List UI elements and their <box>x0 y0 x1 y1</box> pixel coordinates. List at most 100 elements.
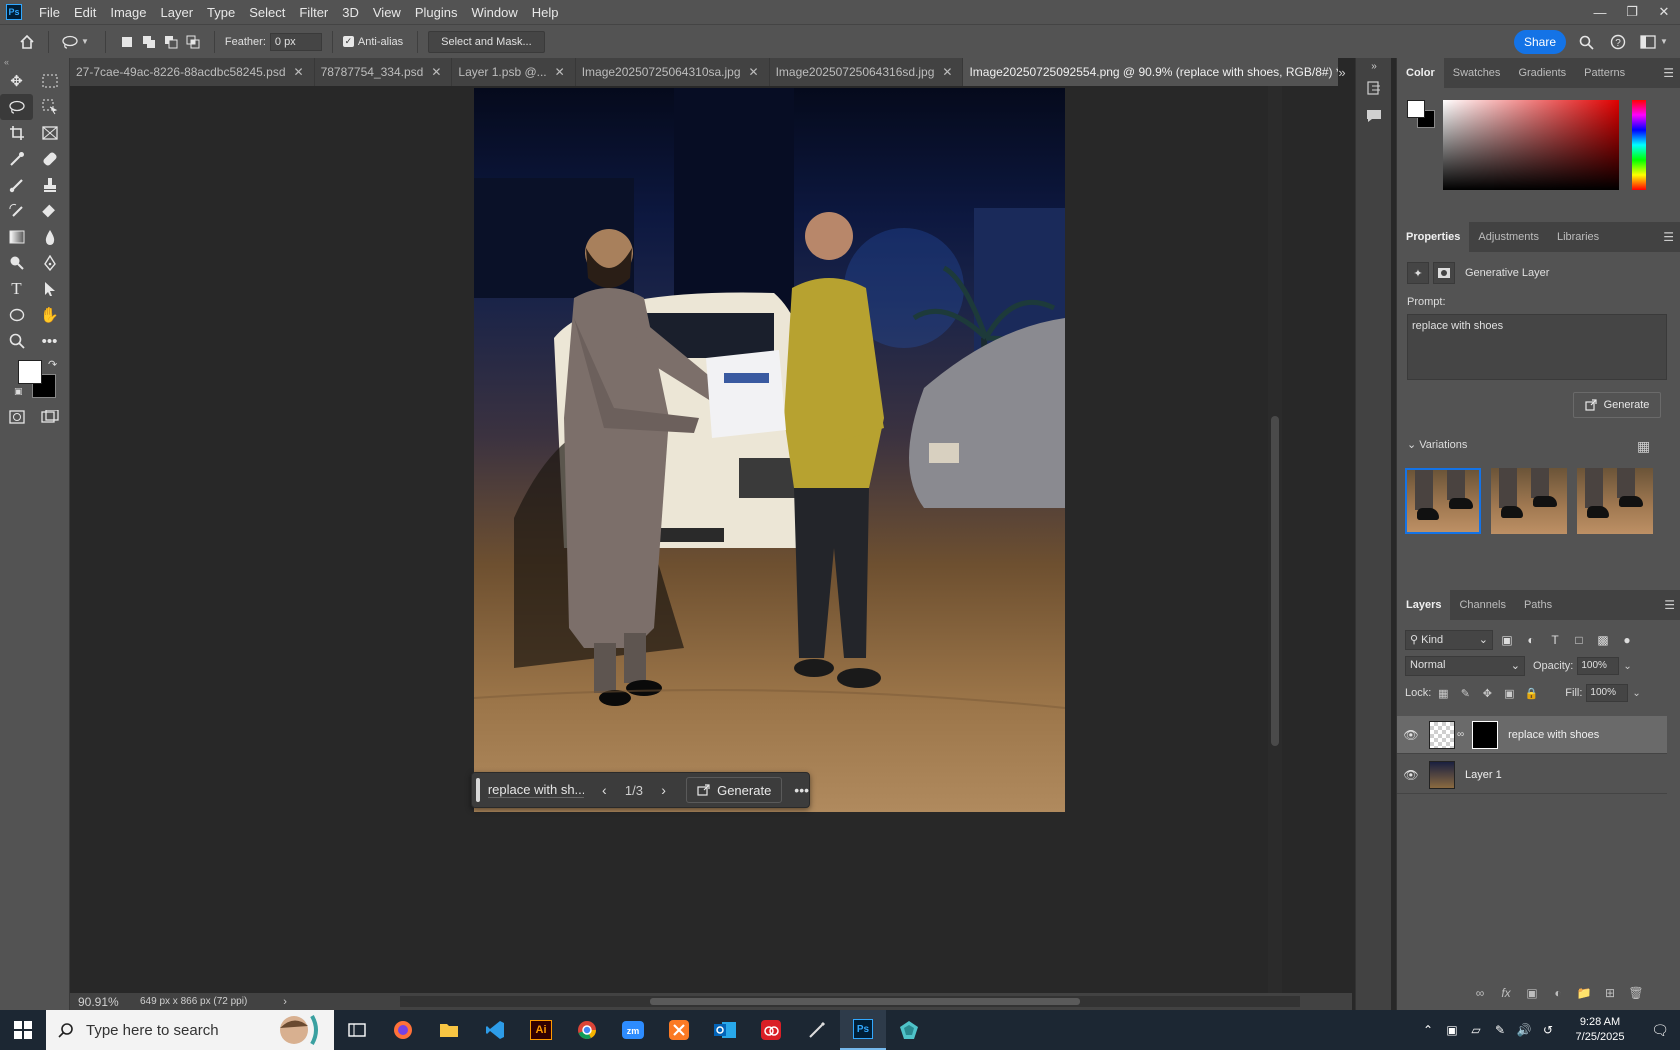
lasso-tool-icon[interactable] <box>59 31 81 53</box>
document-tab[interactable]: 78787754_334.psd ✕ <box>315 58 453 86</box>
panel-menu-icon[interactable]: ☰ <box>1663 230 1674 244</box>
share-button[interactable]: Share <box>1514 30 1566 54</box>
layer-name[interactable]: Layer 1 <box>1465 769 1502 781</box>
add-to-selection-icon[interactable] <box>138 31 160 53</box>
menu-file[interactable]: File <box>32 5 67 20</box>
new-layer-icon[interactable]: ⊞ <box>1597 986 1623 1000</box>
language-icon[interactable]: ↺ <box>1536 1023 1560 1037</box>
new-group-icon[interactable]: 📁 <box>1571 986 1597 1000</box>
menu-edit[interactable]: Edit <box>67 5 103 20</box>
clone-stamp-tool-icon[interactable] <box>33 172 66 198</box>
document-image[interactable] <box>474 88 1065 812</box>
tab-gradients[interactable]: Gradients <box>1509 58 1575 88</box>
prompt-input[interactable]: replace with sh... <box>487 782 584 798</box>
hue-slider[interactable] <box>1632 100 1646 190</box>
prompt-textarea[interactable]: replace with shoes <box>1407 314 1667 380</box>
select-and-mask-button[interactable]: Select and Mask... <box>428 30 545 53</box>
delete-layer-icon[interactable]: 🗑 <box>1623 986 1649 1000</box>
foreground-color-swatch[interactable] <box>1407 100 1425 118</box>
vertical-scrollbar[interactable] <box>1268 86 1282 993</box>
link-icon[interactable]: ∞ <box>1457 729 1464 740</box>
frame-tool-icon[interactable] <box>33 120 66 146</box>
volume-icon[interactable]: 🔊 <box>1512 1023 1536 1037</box>
panel-menu-icon[interactable]: ☰ <box>1663 66 1674 80</box>
default-colors-icon[interactable]: ▣ <box>14 386 23 397</box>
intersect-selection-icon[interactable] <box>182 31 204 53</box>
add-mask-icon[interactable]: ▣ <box>1519 986 1545 1000</box>
move-tool-icon[interactable]: ✥ <box>0 68 33 94</box>
opacity-input[interactable]: 100% <box>1577 657 1620 675</box>
close-tab-icon[interactable]: ✕ <box>294 65 304 79</box>
vscode-icon[interactable] <box>472 1010 518 1050</box>
variation-thumbnail[interactable] <box>1491 468 1567 534</box>
chevron-up-icon[interactable]: ⌃ <box>1416 1023 1440 1037</box>
collapse-toolbar-icon[interactable]: « <box>0 58 69 68</box>
marquee-tool-icon[interactable] <box>33 68 66 94</box>
hand-tool-icon[interactable]: ✋ <box>33 302 66 328</box>
system-clock[interactable]: 9:28 AM 7/25/2025 <box>1560 1015 1640 1045</box>
close-window-button[interactable]: ✕ <box>1648 0 1680 24</box>
chrome-icon[interactable] <box>564 1010 610 1050</box>
drag-handle[interactable] <box>476 778 480 802</box>
kind-filter-select[interactable]: ⚲ Kind ⌄ <box>1405 630 1493 650</box>
tab-paths[interactable]: Paths <box>1515 590 1561 620</box>
minimize-button[interactable]: — <box>1584 0 1616 24</box>
object-selection-tool-icon[interactable] <box>33 94 66 120</box>
menu-image[interactable]: Image <box>103 5 153 20</box>
wifi-icon[interactable]: ▱ <box>1464 1023 1488 1037</box>
search-icon[interactable] <box>1576 32 1596 52</box>
previous-variation-icon[interactable]: ‹ <box>594 782 615 798</box>
tab-overflow-icon[interactable]: » <box>1330 58 1354 86</box>
foreground-color-swatch[interactable] <box>18 360 42 384</box>
filter-type-icon[interactable]: T <box>1545 633 1565 647</box>
history-brush-tool-icon[interactable] <box>0 198 33 224</box>
more-tools-icon[interactable]: ••• <box>33 328 66 354</box>
menu-layer[interactable]: Layer <box>154 5 201 20</box>
lock-all-icon[interactable]: 🔒 <box>1521 687 1541 700</box>
lasso-tool-icon[interactable] <box>0 94 33 120</box>
menu-type[interactable]: Type <box>200 5 242 20</box>
lock-transparent-icon[interactable]: ▦ <box>1433 687 1453 700</box>
panel-menu-icon[interactable]: ☰ <box>1664 598 1675 612</box>
menu-help[interactable]: Help <box>525 5 566 20</box>
swap-colors-icon[interactable]: ↷ <box>48 358 57 371</box>
gem-app-icon[interactable] <box>886 1010 932 1050</box>
pen-app-icon[interactable] <box>794 1010 840 1050</box>
restore-button[interactable]: ❐ <box>1616 0 1648 24</box>
tab-properties[interactable]: Properties <box>1397 222 1470 252</box>
eraser-tool-icon[interactable] <box>33 198 66 224</box>
workspace-chevron-icon[interactable]: ▼ <box>1660 37 1668 46</box>
pen-tool-icon[interactable] <box>33 250 66 276</box>
blur-tool-icon[interactable] <box>33 224 66 250</box>
xampp-icon[interactable] <box>656 1010 702 1050</box>
tab-channels[interactable]: Channels <box>1450 590 1514 620</box>
generate-button[interactable]: Generate <box>1573 392 1661 418</box>
mask-icon[interactable] <box>1433 262 1455 284</box>
more-options-icon[interactable]: ••• <box>794 782 809 798</box>
generate-button[interactable]: Generate <box>686 777 783 803</box>
menu-select[interactable]: Select <box>242 5 292 20</box>
document-tab[interactable]: Image20250725064310sa.jpg ✕ <box>576 58 770 86</box>
type-tool-icon[interactable]: T <box>0 276 33 302</box>
lock-position-icon[interactable]: ✥ <box>1477 687 1497 700</box>
filter-toggle-icon[interactable]: ● <box>1617 633 1637 647</box>
variations-header[interactable]: ⌄ Variations <box>1407 438 1467 451</box>
notification-icon[interactable]: 🗨 <box>1640 1022 1680 1039</box>
menu-plugins[interactable]: Plugins <box>408 5 465 20</box>
link-layers-icon[interactable]: ∞ <box>1467 986 1493 1000</box>
file-explorer-icon[interactable] <box>426 1010 472 1050</box>
close-tab-icon[interactable]: ✕ <box>431 65 441 79</box>
filter-smart-object-icon[interactable]: ▩ <box>1593 633 1613 647</box>
menu-view[interactable]: View <box>366 5 408 20</box>
close-tab-icon[interactable]: ✕ <box>942 65 952 79</box>
blend-mode-select[interactable]: Normal ⌄ <box>1405 656 1525 676</box>
visibility-eye-icon[interactable]: 👁 <box>1397 768 1425 782</box>
brush-tool-icon[interactable] <box>0 172 33 198</box>
healing-brush-tool-icon[interactable] <box>33 146 66 172</box>
zoom-app-icon[interactable]: zm <box>610 1010 656 1050</box>
dodge-tool-icon[interactable] <box>0 250 33 276</box>
eyedropper-tool-icon[interactable] <box>0 146 33 172</box>
tab-libraries[interactable]: Libraries <box>1548 222 1608 252</box>
tab-patterns[interactable]: Patterns <box>1575 58 1634 88</box>
layer-mask-thumbnail[interactable] <box>1472 720 1499 749</box>
